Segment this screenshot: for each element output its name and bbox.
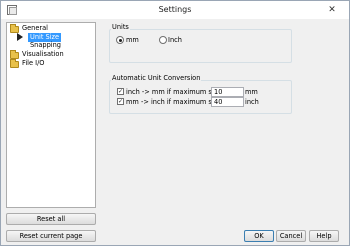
units-group — [109, 29, 292, 63]
folder-icon — [10, 50, 19, 59]
reset-all-button[interactable]: Reset all — [6, 213, 96, 225]
mm-to-inch-threshold-input[interactable] — [211, 97, 244, 107]
inch-radio[interactable] — [159, 36, 167, 44]
mm-to-inch-unit-label: inch — [245, 98, 259, 106]
reset-current-page-button[interactable]: Reset current page — [6, 230, 96, 242]
tree-item-snapping[interactable]: Snapping — [28, 41, 78, 50]
cancel-button[interactable]: Cancel — [276, 230, 306, 242]
inch-to-mm-threshold-input[interactable] — [211, 87, 244, 97]
mm-radio[interactable] — [116, 36, 124, 44]
auto-conversion-group — [109, 80, 292, 114]
tree-item-general[interactable]: General — [10, 24, 90, 33]
tree-item-file-io[interactable]: File I/O — [10, 59, 90, 68]
inch-to-mm-checkbox[interactable]: ✓ — [117, 88, 124, 95]
window-title: Settings — [158, 5, 192, 14]
settings-window: Settings ✕ General Unit Size Snapping Vi… — [0, 0, 350, 246]
mm-radio-label[interactable]: mm — [126, 36, 139, 44]
tree-item-label: Visualisation — [22, 50, 64, 58]
tree-item-visualisation[interactable]: Visualisation — [10, 50, 94, 59]
folder-open-icon — [10, 24, 19, 33]
tree-item-label: General — [22, 24, 48, 32]
inch-to-mm-unit-label: mm — [245, 88, 258, 96]
inch-radio-label[interactable]: Inch — [168, 36, 182, 44]
close-button[interactable]: ✕ — [321, 3, 343, 17]
auto-conversion-group-label: Automatic Unit Conversion — [111, 74, 202, 82]
arrow-right-icon — [17, 33, 23, 41]
mm-to-inch-checkbox[interactable]: ✓ — [117, 98, 124, 105]
folder-icon — [10, 59, 19, 68]
settings-tree: General Unit Size Snapping Visualisation… — [6, 22, 96, 208]
tree-item-label: File I/O — [22, 59, 45, 67]
tree-item-label: Snapping — [30, 41, 61, 49]
title-bar: Settings ✕ — [1, 1, 349, 19]
help-button[interactable]: Help — [309, 230, 339, 242]
ok-button[interactable]: OK — [244, 230, 274, 242]
units-group-label: Units — [111, 23, 130, 31]
